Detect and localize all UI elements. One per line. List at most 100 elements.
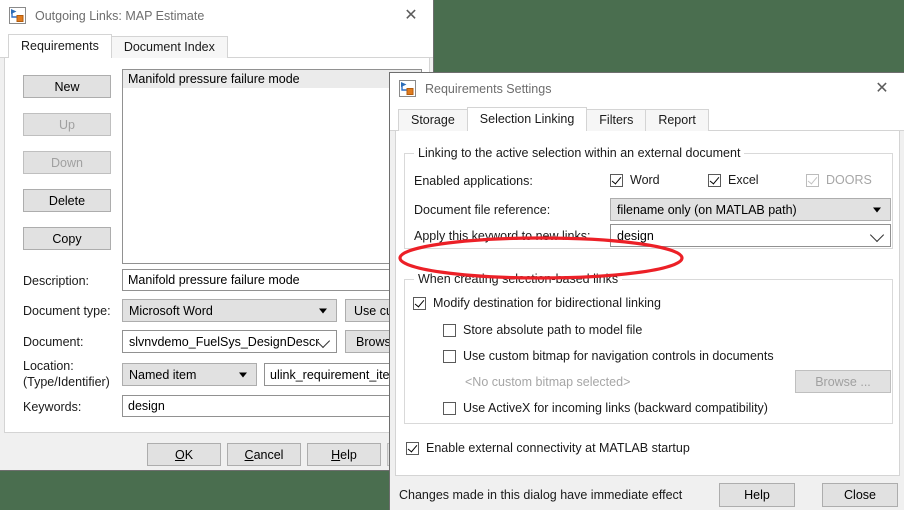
checkbox-use-activex-label: Use ActiveX for incoming links (backward… bbox=[463, 401, 768, 415]
requirements-settings-titlebar: Requirements Settings ✕ bbox=[390, 73, 904, 104]
checkbox-enable-external-connectivity-box bbox=[406, 441, 419, 455]
new-button[interactable]: New bbox=[23, 75, 111, 98]
settings-close-button-label: Close bbox=[844, 488, 876, 502]
checkbox-modify-destination[interactable]: Modify destination for bidirectional lin… bbox=[413, 296, 661, 310]
requirements-link-icon bbox=[9, 7, 26, 24]
close-icon[interactable]: ✕ bbox=[860, 73, 904, 104]
keywords-value: design bbox=[128, 399, 165, 413]
group-when-creating-selection-based-links: When creating selection-based links Modi… bbox=[404, 272, 893, 424]
checkbox-word[interactable]: Word bbox=[610, 173, 660, 187]
tab-report-label: Report bbox=[658, 113, 696, 127]
settings-close-button[interactable]: Close bbox=[822, 483, 898, 507]
location-type-select[interactable]: Named item bbox=[122, 363, 257, 386]
checkbox-use-custom-bitmap[interactable]: Use custom bitmap for navigation control… bbox=[443, 349, 774, 363]
tab-selection-linking-label: Selection Linking bbox=[479, 112, 575, 126]
list-item[interactable]: Manifold pressure failure mode bbox=[123, 70, 421, 88]
keywords-label: Keywords: bbox=[23, 400, 82, 414]
outgoing-links-tabbody: New Up Down Delete Copy Manifold pressur… bbox=[4, 58, 433, 433]
checkbox-excel[interactable]: Excel bbox=[708, 173, 759, 187]
checkbox-use-custom-bitmap-label: Use custom bitmap for navigation control… bbox=[463, 349, 774, 363]
document-file-reference-select[interactable]: filename only (on MATLAB path) bbox=[610, 198, 891, 221]
up-button-label: Up bbox=[59, 117, 75, 132]
help-button-label: Help bbox=[331, 447, 357, 462]
outgoing-links-title: Outgoing Links: MAP Estimate bbox=[35, 8, 205, 23]
apply-keyword-label: Apply this keyword to new links: bbox=[414, 229, 591, 243]
tab-document-index-label: Document Index bbox=[123, 40, 215, 54]
document-type-label: Document type: bbox=[23, 304, 111, 318]
desktop-background: Outgoing Links: MAP Estimate ✕ Requireme… bbox=[0, 0, 904, 510]
settings-help-button-label: Help bbox=[744, 488, 770, 502]
tab-document-index[interactable]: Document Index bbox=[110, 36, 228, 58]
tab-filters[interactable]: Filters bbox=[586, 109, 647, 131]
checkbox-doors-label: DOORS bbox=[826, 173, 872, 187]
ok-button-label: OK bbox=[174, 447, 194, 462]
checkbox-doors[interactable]: DOORS bbox=[806, 173, 872, 187]
help-mnemonic: H bbox=[331, 447, 341, 462]
description-value: Manifold pressure failure mode bbox=[128, 273, 300, 287]
requirements-settings-title: Requirements Settings bbox=[425, 81, 552, 96]
requirements-settings-tabbody: Linking to the active selection within a… bbox=[395, 131, 900, 476]
copy-button-label: Copy bbox=[52, 231, 82, 246]
custom-bitmap-status: <No custom bitmap selected> bbox=[465, 375, 631, 389]
checkbox-excel-box bbox=[708, 173, 721, 187]
checkbox-enable-external-connectivity-label: Enable external connectivity at MATLAB s… bbox=[426, 441, 690, 455]
delete-button[interactable]: Delete bbox=[23, 189, 111, 212]
location-type-value: Named item bbox=[129, 367, 197, 382]
requirements-settings-tabstrip: Storage Selection Linking Filters Report bbox=[390, 104, 904, 132]
chevron-down-icon bbox=[319, 308, 327, 313]
chevron-down-icon bbox=[873, 207, 881, 212]
apply-keyword-value: design bbox=[617, 228, 654, 243]
requirements-link-icon bbox=[399, 80, 416, 97]
checkbox-store-absolute-path[interactable]: Store absolute path to model file bbox=[443, 323, 642, 337]
group-selection-based-title: When creating selection-based links bbox=[414, 272, 623, 286]
outgoing-links-titlebar: Outgoing Links: MAP Estimate ✕ bbox=[0, 0, 433, 31]
document-type-select[interactable]: Microsoft Word bbox=[122, 299, 337, 322]
tab-requirements[interactable]: Requirements bbox=[8, 34, 112, 59]
requirements-listbox[interactable]: Manifold pressure failure mode bbox=[122, 69, 422, 264]
checkbox-modify-destination-box bbox=[413, 296, 426, 310]
requirements-settings-window: Requirements Settings ✕ Storage Selectio… bbox=[389, 72, 904, 510]
cancel-button[interactable]: Cancel bbox=[227, 443, 301, 466]
settings-help-button[interactable]: Help bbox=[719, 483, 795, 507]
outgoing-links-window: Outgoing Links: MAP Estimate ✕ Requireme… bbox=[0, 0, 461, 471]
up-button[interactable]: Up bbox=[23, 113, 111, 136]
checkbox-modify-destination-label: Modify destination for bidirectional lin… bbox=[433, 296, 661, 310]
checkbox-word-label: Word bbox=[630, 173, 660, 187]
keywords-input[interactable]: design bbox=[122, 395, 422, 417]
chevron-down-icon bbox=[869, 227, 885, 242]
checkbox-excel-label: Excel bbox=[728, 173, 759, 187]
checkbox-use-activex[interactable]: Use ActiveX for incoming links (backward… bbox=[443, 401, 768, 415]
checkbox-word-box bbox=[610, 173, 623, 187]
tab-storage[interactable]: Storage bbox=[398, 109, 468, 131]
tab-report[interactable]: Report bbox=[645, 109, 709, 131]
help-button[interactable]: Help bbox=[307, 443, 381, 466]
chevron-down-icon bbox=[239, 372, 247, 377]
copy-button[interactable]: Copy bbox=[23, 227, 111, 250]
checkbox-doors-box bbox=[806, 173, 819, 187]
tab-requirements-label: Requirements bbox=[21, 39, 99, 53]
close-icon[interactable]: ✕ bbox=[389, 0, 433, 31]
checkbox-use-custom-bitmap-box bbox=[443, 349, 456, 363]
group-linking-to-active-selection: Linking to the active selection within a… bbox=[404, 146, 893, 249]
description-input[interactable]: Manifold pressure failure mode bbox=[122, 269, 422, 291]
down-button-label: Down bbox=[51, 155, 83, 170]
delete-button-label: Delete bbox=[48, 193, 86, 208]
location-identifier-value: ulink_requirement_item bbox=[270, 367, 400, 382]
ok-mnemonic: O bbox=[174, 447, 185, 462]
outgoing-links-tabstrip: Requirements Document Index bbox=[0, 31, 433, 59]
cancel-mnemonic: C bbox=[244, 447, 254, 462]
document-select[interactable]: slvnvdemo_FuelSys_DesignDescr bbox=[122, 330, 337, 353]
tab-filters-label: Filters bbox=[599, 113, 634, 127]
checkbox-enable-external-connectivity[interactable]: Enable external connectivity at MATLAB s… bbox=[406, 441, 690, 455]
down-button[interactable]: Down bbox=[23, 151, 111, 174]
document-file-reference-label: Document file reference: bbox=[414, 203, 551, 217]
apply-keyword-select[interactable]: design bbox=[610, 224, 891, 247]
tab-selection-linking[interactable]: Selection Linking bbox=[466, 107, 588, 132]
browse-bitmap-button[interactable]: Browse ... bbox=[795, 370, 891, 393]
enabled-applications-label: Enabled applications: bbox=[414, 174, 533, 188]
checkbox-store-absolute-path-box bbox=[443, 323, 456, 337]
group-linking-title: Linking to the active selection within a… bbox=[414, 146, 745, 160]
location-label-line1: Location: bbox=[23, 359, 74, 373]
tab-storage-label: Storage bbox=[411, 113, 455, 127]
ok-button[interactable]: OK bbox=[147, 443, 221, 466]
